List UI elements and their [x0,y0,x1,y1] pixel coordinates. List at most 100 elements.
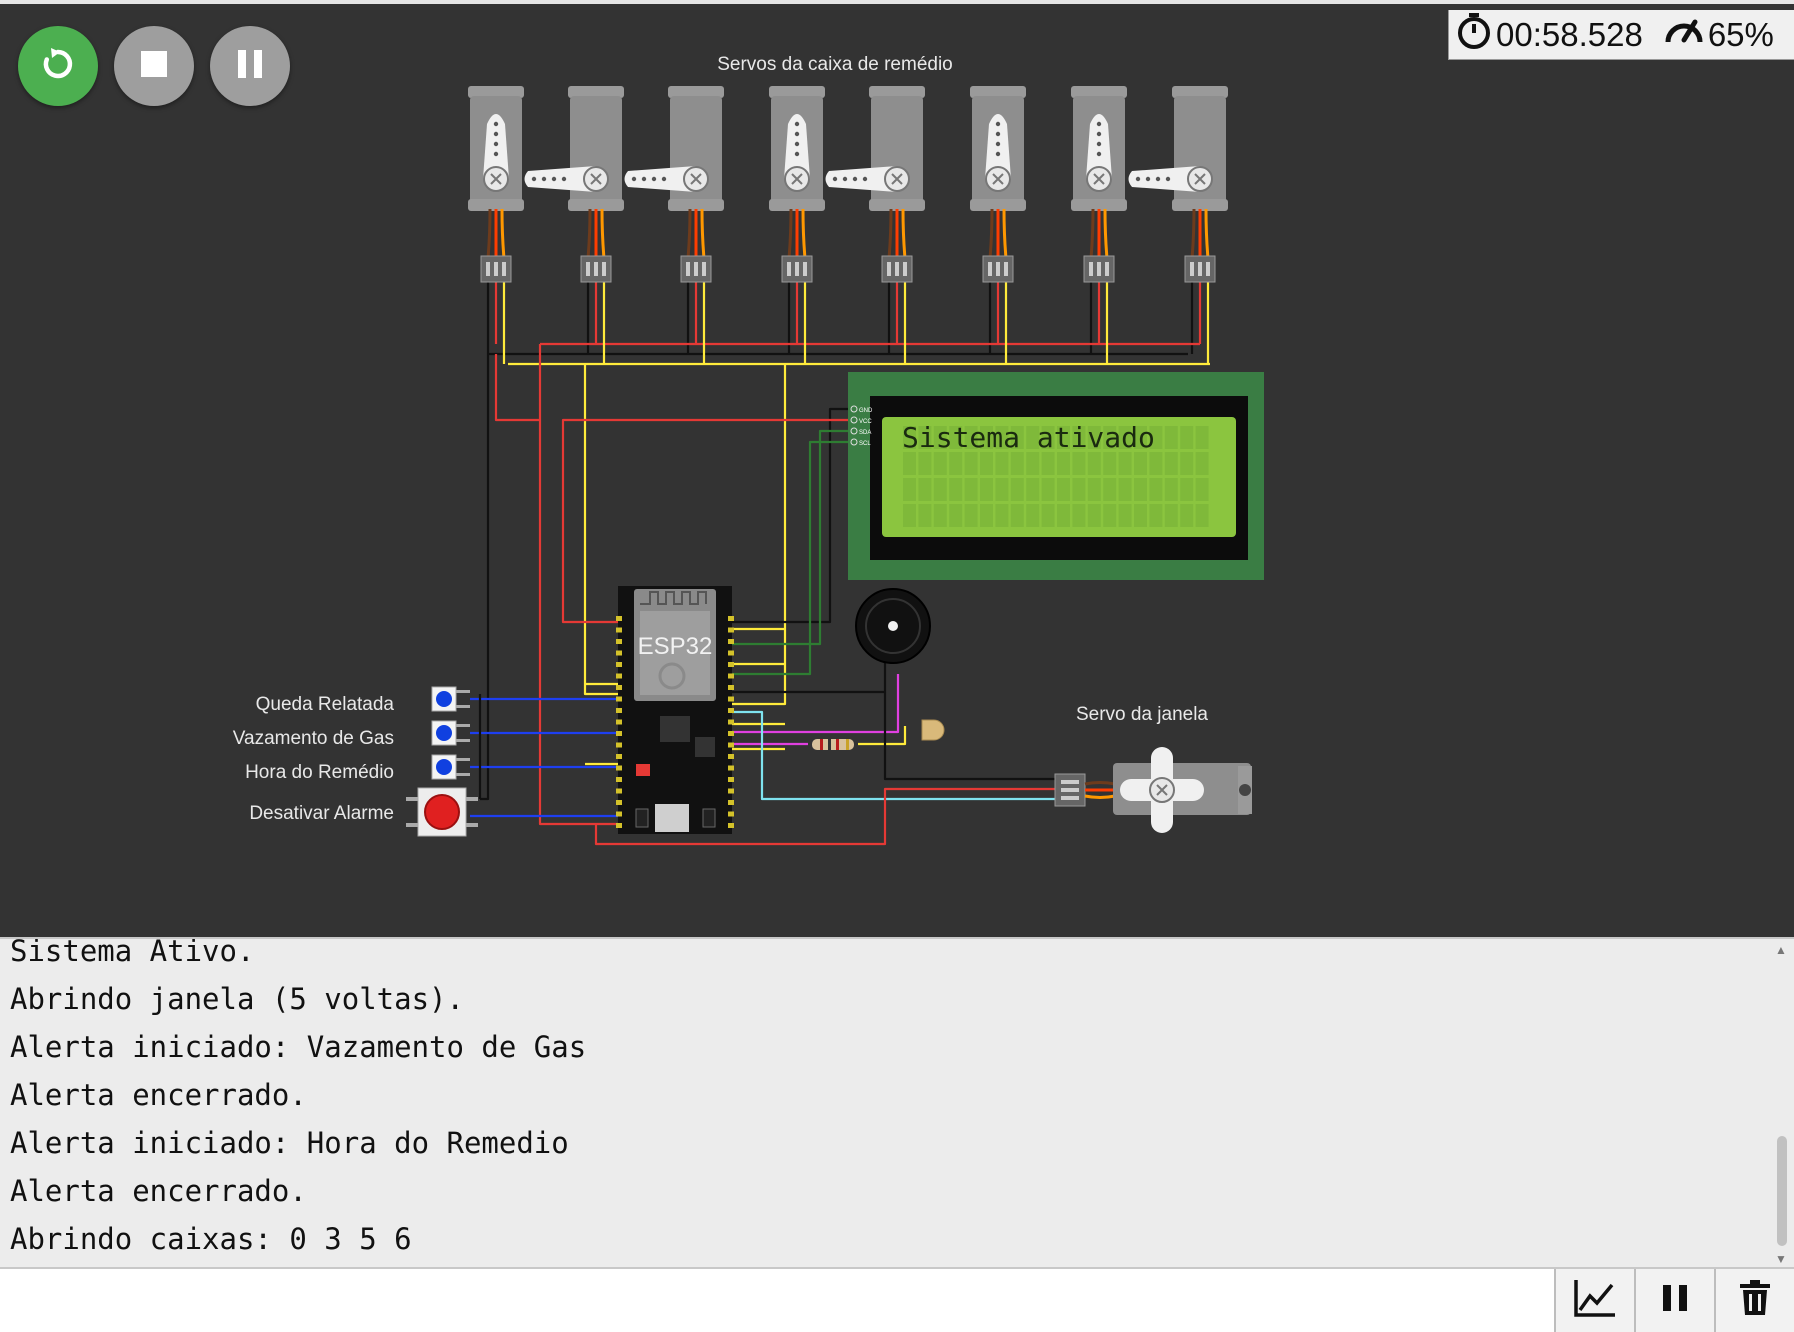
servo-motor [970,86,1026,283]
esp32-pin [728,719,734,725]
power-led [636,764,650,776]
esp32-pin [616,811,622,817]
esp32-pin [616,765,622,771]
resistor-band [836,739,839,750]
pushbutton-cap [436,759,452,775]
esp32-pin [616,823,622,828]
button-label: Hora do Remédio [245,762,394,783]
stop-icon [140,50,168,83]
esp32-pin [728,731,734,736]
scroll-up-icon[interactable]: ▲ [1775,943,1787,957]
esp32-pin [728,696,734,702]
restart-icon [38,44,78,89]
pushbutton-cap [436,691,452,707]
pause-icon [1662,1283,1688,1318]
esp32-pin [728,765,734,771]
resistor-band [828,739,831,750]
lcd-line-1: Sistema ativado [902,421,1155,454]
window-servo-label: Servo da janela [1076,704,1208,725]
led [921,719,945,741]
buzzer-center [888,621,898,631]
esp32-pin [728,800,734,805]
lcd-display: Sistema ativado GND VCC SDA SCL [848,372,1264,580]
esp32-pin [616,673,622,679]
simulation-speed: 65% [1707,15,1774,53]
esp32-pin [728,708,734,713]
scroll-down-icon[interactable]: ▼ [1775,1252,1787,1266]
usb-port [655,804,689,832]
boot-button [635,808,649,828]
esp32-pin [728,754,734,759]
servo-cable [1084,781,1116,786]
pause-simulation-button[interactable] [210,26,290,106]
stop-simulation-button[interactable] [114,26,194,106]
esp32-pin [728,823,734,828]
esp32-pin [728,788,734,794]
esp32-pin [616,788,622,794]
esp32-board: ESP32 [616,586,734,834]
esp32-regulator [695,737,715,757]
button-label: Queda Relatada [256,694,395,715]
esp32-pin [728,685,734,690]
simulation-status: 00:58.528 65% [1448,10,1794,60]
esp32-pin [728,673,734,679]
esp32-chip [660,716,690,742]
esp32-pin [728,650,734,656]
scrollbar-thumb[interactable] [1777,1136,1787,1246]
esp32-pin [728,777,734,782]
esp32-pin [616,650,622,656]
servo-cable [600,208,606,257]
servo-motor [468,86,524,283]
servo-cable [1002,208,1008,257]
serial-scrollbar[interactable]: ▲ ▼ [1770,939,1794,1267]
serial-monitor[interactable]: Sistema Ativo. Abrindo janela (5 voltas).… [0,937,1794,1267]
esp32-pin [728,639,734,644]
pushbutton[interactable] [431,754,470,780]
power-trunk [494,354,620,826]
window-servo [1054,747,1252,833]
window-servo-ground-wire [883,692,1055,781]
serial-input[interactable] [0,1269,1550,1332]
servo-motor [769,86,825,283]
esp32-pin [728,627,734,633]
servo-cable [988,208,994,257]
pushbutton[interactable] [431,686,470,712]
lcd-pin-label: VCC [859,419,872,425]
servo-cable [887,208,893,257]
serial-output: Sistema Ativo. Abrindo janela (5 voltas).… [10,939,586,1263]
esp32-pin [616,662,622,667]
servo-motor [1071,86,1127,283]
clear-output-button[interactable] [1714,1269,1794,1332]
esp32-pin [728,616,734,621]
servo-cable [901,208,907,257]
esp32-pin [728,662,734,667]
esp32-pin [616,708,622,713]
servo-cable [801,208,807,257]
esp32-pin [616,719,622,725]
simulation-canvas[interactable]: Servos da caixa de remédio Sistema ativad… [0,0,1794,937]
serial-input-bar [0,1267,1794,1332]
servo-cable [686,208,692,257]
esp32-pin [616,742,622,748]
servo-cable [586,208,592,257]
resistor-band [846,739,849,750]
esp32-pin [728,742,734,748]
buzzer [855,588,931,664]
pause-output-button[interactable] [1634,1269,1714,1332]
servo-cable [787,208,793,257]
lcd-pin-label: SDA [859,430,871,436]
plotter-button[interactable] [1554,1269,1634,1332]
servo-motor [624,86,724,283]
esp32-pin [616,616,622,621]
lcd-pin-label: SCL [859,441,871,447]
servo-cable [1089,208,1095,257]
esp32-label: ESP32 [638,633,713,660]
reset-button [702,808,716,828]
servo-cable [500,208,506,257]
esp32-pin [616,754,622,759]
restart-simulation-button[interactable] [18,26,98,106]
trash-icon [1739,1280,1771,1321]
stopwatch-icon [1455,12,1493,58]
pushbutton[interactable] [406,787,478,837]
pushbutton[interactable] [431,720,470,746]
